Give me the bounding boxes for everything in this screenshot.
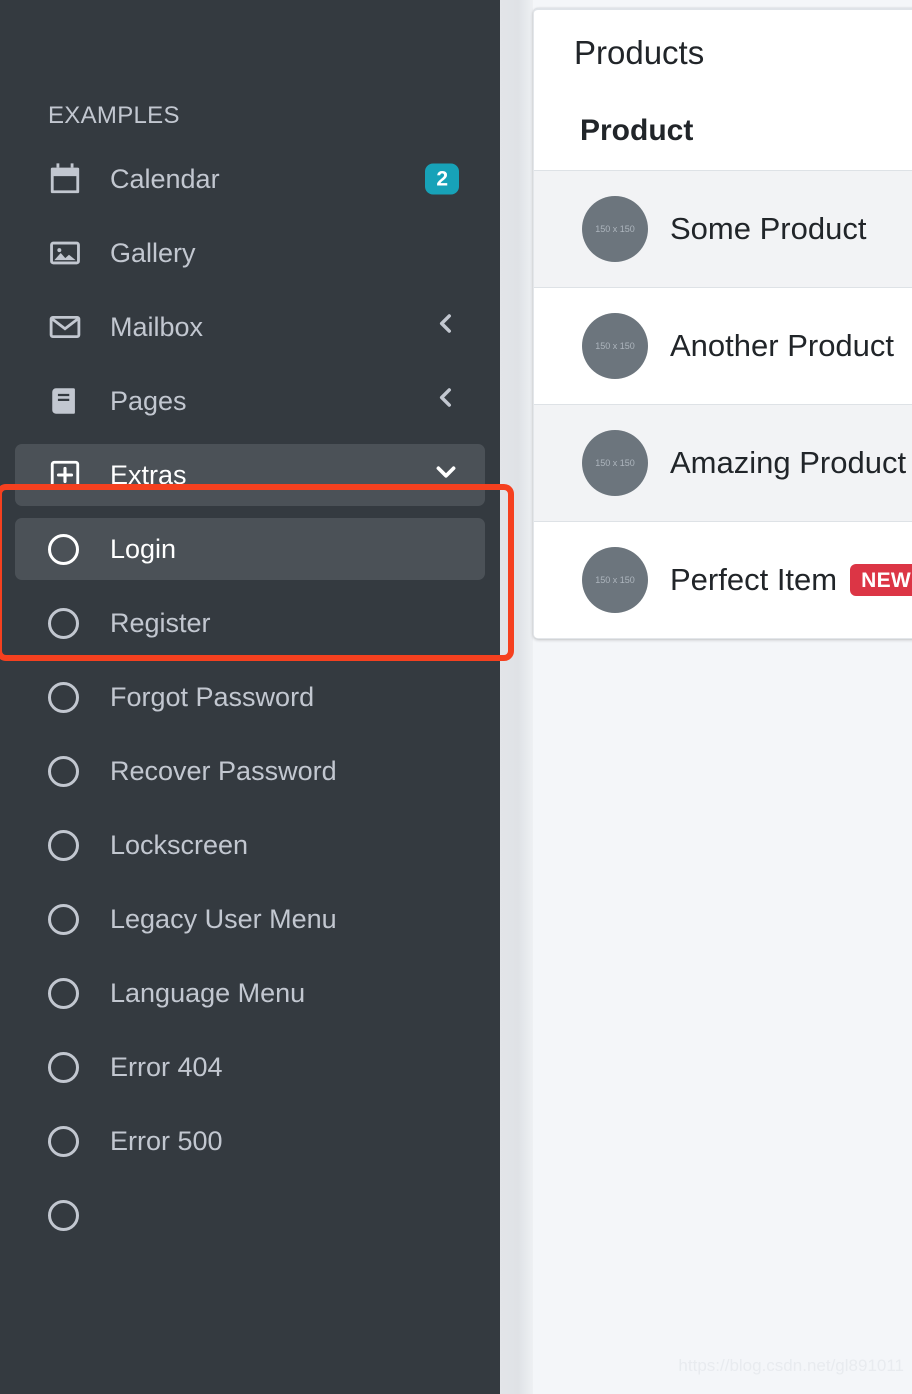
circle-icon [48,902,88,936]
watermark: https://blog.csdn.net/gl891011 [678,1356,904,1375]
sidebar-item-label: Legacy User Menu [110,903,337,934]
plus-square-icon [48,458,88,492]
status-badge: NEW [850,564,912,596]
thumbnail-label: 150 x 150 [595,458,635,468]
sidebar-item-label: Extras [110,459,187,490]
sidebar-item-mailbox[interactable]: Mailbox [15,296,485,358]
circle-icon [48,1198,88,1232]
book-icon [48,384,88,418]
product-name: Another Product [670,328,895,363]
sidebar-item-lockscreen[interactable]: Lockscreen [15,814,485,876]
sidebar-item-forgot-password[interactable]: Forgot Password [15,666,485,728]
sidebar-item-label: Login [110,533,177,564]
circle-icon [48,828,88,862]
sidebar-item-label: Pages [110,385,187,416]
product-thumbnail: 150 x 150 [582,196,648,262]
sidebar-item-recover-password[interactable]: Recover Password [15,740,485,802]
circle-icon [48,606,88,640]
sidebar-item-label: Lockscreen [110,829,249,860]
sidebar-item-right: 2 [425,163,459,195]
sidebar-item-register[interactable]: Register [15,592,485,654]
sidebar-item-error-404[interactable]: Error 404 [15,1036,485,1098]
sidebar-scrollbar[interactable] [500,0,533,1394]
chevron-left-icon[interactable] [433,385,459,418]
app-root: EXAMPLES Calendar 2 Gallery Mailbox Page… [0,0,912,1394]
sidebar-scroll-container: EXAMPLES Calendar 2 Gallery Mailbox Page… [0,0,500,1246]
circle-icon [48,1050,88,1084]
table-row[interactable]: 150 x 150 Another Product [534,287,912,404]
sidebar-section-title: EXAMPLES [48,102,180,129]
table-row[interactable]: 150 x 150 Amazing Product [534,404,912,521]
circle-icon [48,1124,88,1158]
table-row[interactable]: 150 x 150 Some Product [534,170,912,287]
products-card: Products Product 150 x 150 Some Product … [533,8,912,639]
sidebar-item-label: Register [110,607,211,638]
sidebar-item-login[interactable]: Login [15,518,485,580]
sidebar: EXAMPLES Calendar 2 Gallery Mailbox Page… [0,0,500,1394]
sidebar-item-label: Gallery [110,237,196,268]
thumbnail-label: 150 x 150 [595,575,635,585]
sidebar-item-label: Language Menu [110,977,306,1008]
sidebar-item-label: Error 500 [110,1125,223,1156]
page-title: Products [574,34,705,71]
envelope-icon [48,310,88,344]
sidebar-item-pages[interactable]: Pages [15,370,485,432]
sidebar-item-error-500[interactable]: Error 500 [15,1110,485,1172]
sidebar-item-right [433,385,459,418]
sidebar-item-language-menu[interactable]: Language Menu [15,962,485,1024]
thumbnail-label: 150 x 150 [595,341,635,351]
card-header: Products [534,10,912,114]
sidebar-item-label: Forgot Password [110,681,315,712]
sidebar-item-gallery[interactable]: Gallery [15,222,485,284]
product-name: Some Product [670,211,867,246]
chevron-down-icon[interactable] [433,459,459,492]
sidebar-item-right [433,311,459,344]
calendar-badge: 2 [425,163,459,195]
sidebar-item-label: Recover Password [110,755,337,786]
product-list-header: Product [534,114,912,170]
column-header-product: Product [580,114,694,147]
chevron-left-icon[interactable] [433,311,459,344]
sidebar-item-label: Mailbox [110,311,204,342]
main-content: Products Product 150 x 150 Some Product … [533,0,912,1394]
sidebar-item-label: Error 404 [110,1051,223,1082]
sidebar-item-legacy-user-menu[interactable]: Legacy User Menu [15,888,485,950]
product-thumbnail: 150 x 150 [582,547,648,613]
sidebar-item-calendar[interactable]: Calendar 2 [15,148,485,210]
product-thumbnail: 150 x 150 [582,430,648,496]
sidebar-item-partial[interactable] [15,1184,485,1246]
sidebar-item-right [433,459,459,492]
product-name: Perfect Item NEW [670,562,912,598]
circle-icon [48,976,88,1010]
table-row[interactable]: 150 x 150 Perfect Item NEW [534,521,912,638]
sidebar-item-extras[interactable]: Extras [15,444,485,506]
circle-icon [48,532,88,566]
thumbnail-label: 150 x 150 [595,224,635,234]
product-thumbnail: 150 x 150 [582,313,648,379]
sidebar-item-label: Calendar [110,163,220,194]
image-icon [48,236,88,270]
calendar-icon [48,162,88,196]
product-name: Amazing Product [670,445,907,480]
circle-icon [48,754,88,788]
circle-icon [48,680,88,714]
